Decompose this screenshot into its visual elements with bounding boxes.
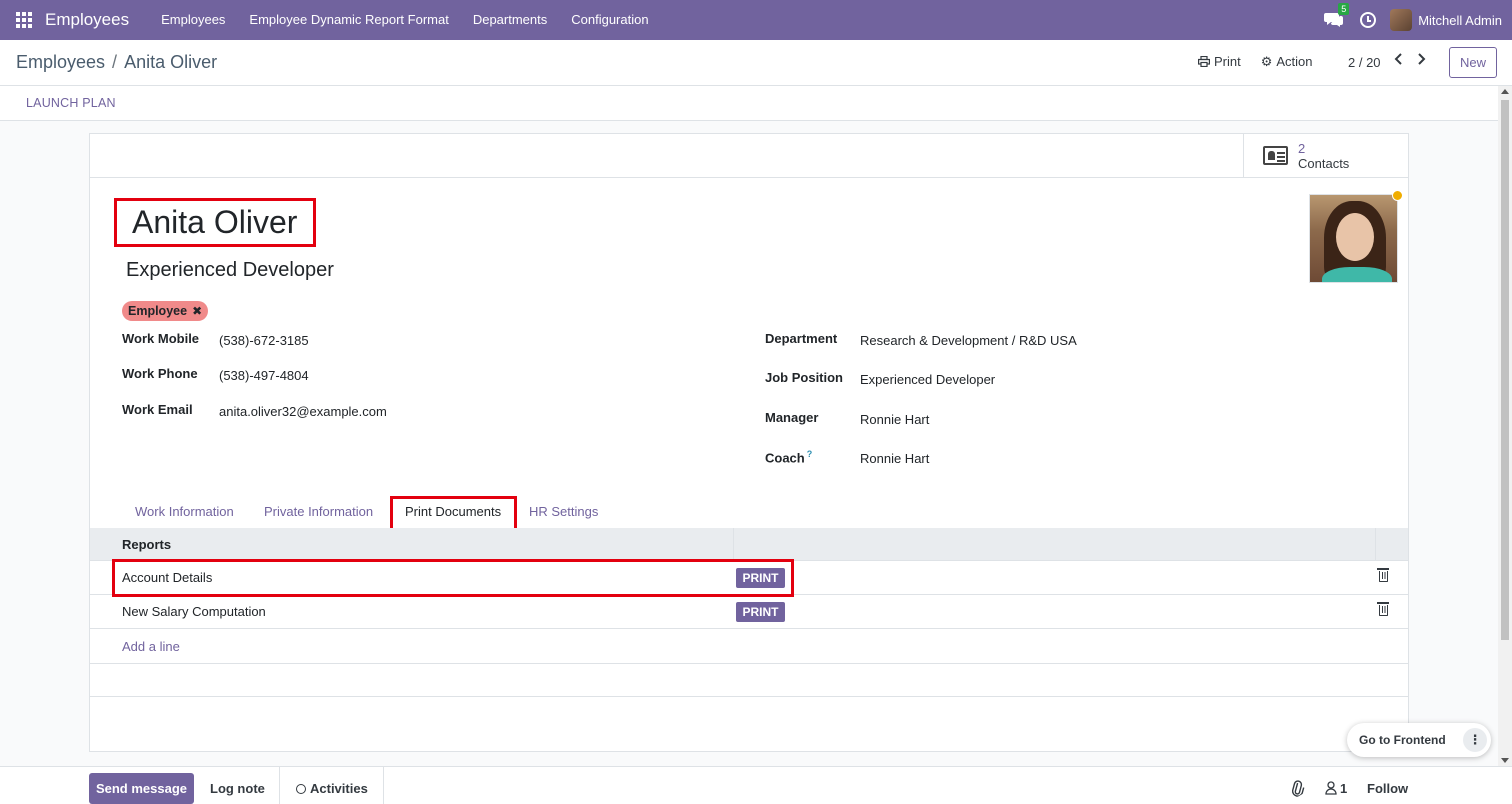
annotation-box-tab — [390, 496, 517, 532]
chatter-bar: Send message Log note Activities 1 Follo… — [0, 766, 1512, 804]
activities-label: Activities — [310, 781, 368, 796]
launch-plan-button[interactable]: LAUNCH PLAN — [26, 96, 116, 110]
employee-photo[interactable] — [1309, 194, 1398, 283]
tab-hr-settings[interactable]: HR Settings — [529, 504, 598, 519]
app-brand[interactable]: Employees — [45, 10, 129, 30]
report-name[interactable]: New Salary Computation — [122, 604, 266, 619]
scroll-thumb[interactable] — [1501, 100, 1509, 640]
work-mobile-field[interactable]: (538)-672-3185 — [219, 333, 309, 348]
help-icon[interactable]: ? — [807, 449, 813, 459]
menu-departments[interactable]: Departments — [461, 0, 559, 40]
presence-status-icon — [1392, 190, 1403, 201]
scroll-up-icon[interactable] — [1501, 89, 1509, 94]
annotation-box-name — [114, 198, 316, 247]
job-position-field[interactable]: Experienced Developer — [860, 372, 995, 387]
menu-employees[interactable]: Employees — [149, 0, 237, 40]
send-message-button[interactable]: Send message — [89, 773, 194, 804]
print-button[interactable]: Print — [1198, 54, 1241, 69]
add-a-line-link[interactable]: Add a line — [122, 639, 180, 654]
scroll-down-icon[interactable] — [1501, 758, 1509, 763]
systray: 5 Mitchell Admin — [1324, 0, 1502, 40]
annotation-box-row — [112, 559, 794, 597]
user-menu[interactable]: Mitchell Admin — [1390, 9, 1502, 31]
reports-table-header: Reports — [90, 528, 1408, 561]
menu-employee-dynamic-report-format[interactable]: Employee Dynamic Report Format — [237, 0, 460, 40]
activities-button[interactable]: Activities — [296, 781, 368, 796]
avatar — [1390, 9, 1413, 31]
gear-icon: ⚙ — [1260, 54, 1273, 69]
activity-clock-icon[interactable] — [1360, 12, 1377, 28]
clock-icon — [296, 783, 306, 794]
tag-remove-icon[interactable]: ✖ — [192, 304, 202, 318]
log-note-button[interactable]: Log note — [210, 781, 265, 796]
department-label: Department — [765, 331, 838, 346]
new-button[interactable]: New — [1449, 47, 1497, 78]
trash-icon[interactable] — [1377, 568, 1389, 582]
work-phone-label: Work Phone — [122, 366, 198, 381]
job-title-field[interactable]: Experienced Developer — [126, 259, 334, 282]
user-name: Mitchell Admin — [1418, 12, 1502, 28]
pager-next-icon[interactable] — [1416, 53, 1426, 65]
employee-tag: Employee ✖ — [122, 301, 209, 321]
work-phone-field[interactable]: (538)-497-4804 — [219, 368, 309, 383]
breadcrumb: Employees / Anita Oliver — [16, 52, 217, 73]
column-header-reports[interactable]: Reports — [122, 537, 171, 552]
control-panel: Employees / Anita Oliver Print ⚙ Action … — [0, 40, 1512, 86]
contacts-count: 2 — [1298, 141, 1306, 156]
main-menu: Employees Employee Dynamic Report Format… — [149, 0, 660, 40]
trash-icon[interactable] — [1377, 602, 1389, 616]
chat-badge: 5 — [1338, 3, 1350, 15]
contact-card-icon — [1263, 146, 1288, 165]
breadcrumb-current: Anita Oliver — [124, 52, 218, 72]
print-icon — [1198, 56, 1210, 67]
job-position-label: Job Position — [765, 370, 843, 385]
breadcrumb-separator: / — [112, 52, 118, 72]
tab-work-information[interactable]: Work Information — [135, 504, 234, 519]
chat-icon[interactable]: 5 — [1324, 3, 1350, 29]
work-mobile-label: Work Mobile — [122, 331, 200, 346]
more-options-icon[interactable]: ⋮ — [1463, 728, 1487, 752]
followers-icon[interactable] — [1325, 781, 1337, 795]
work-email-label: Work Email — [122, 402, 193, 417]
table-row[interactable]: New Salary Computation PRINT — [90, 595, 1408, 629]
form-statusbar: LAUNCH PLAN — [0, 86, 1498, 121]
go-to-frontend-button[interactable]: Go to Frontend — [1359, 733, 1446, 747]
manager-label: Manager — [765, 410, 819, 425]
department-field[interactable]: Research & Development / R&D USA — [860, 333, 1077, 348]
contacts-label: Contacts — [1298, 156, 1350, 171]
coach-label-text: Coach — [765, 450, 805, 466]
follow-button[interactable]: Follow — [1367, 781, 1408, 796]
paperclip-icon[interactable] — [1287, 778, 1307, 799]
cp-actions: Print ⚙ Action — [1198, 54, 1313, 69]
pager-previous-icon[interactable] — [1394, 53, 1404, 65]
menu-configuration[interactable]: Configuration — [559, 0, 660, 40]
action-label: Action — [1276, 54, 1313, 69]
button-box: 2 Contacts — [90, 134, 1408, 178]
print-report-button[interactable]: PRINT — [736, 602, 785, 622]
go-to-frontend-widget: Go to Frontend ⋮ — [1347, 723, 1491, 757]
form-sheet: 2 Contacts Anita Oliver Experienced Deve… — [89, 133, 1409, 752]
top-navbar: Employees Employees Employee Dynamic Rep… — [0, 0, 1512, 40]
followers-count[interactable]: 1 — [1340, 781, 1347, 796]
apps-menu-icon[interactable] — [0, 0, 48, 40]
tab-private-information[interactable]: Private Information — [264, 504, 373, 519]
scrollbar[interactable] — [1498, 86, 1512, 766]
work-email-field[interactable]: anita.oliver32@example.com — [219, 404, 387, 419]
coach-field[interactable]: Ronnie Hart — [860, 451, 929, 466]
coach-label: Coach? — [765, 449, 812, 465]
manager-field[interactable]: Ronnie Hart — [860, 412, 929, 427]
tag-label: Employee — [128, 304, 188, 318]
print-label: Print — [1214, 54, 1241, 69]
action-button[interactable]: ⚙ Action — [1261, 54, 1313, 69]
breadcrumb-employees[interactable]: Employees — [16, 52, 105, 73]
pager-value[interactable]: 2 / 20 — [1348, 55, 1381, 70]
contacts-smart-button[interactable]: 2 Contacts — [1243, 134, 1408, 178]
